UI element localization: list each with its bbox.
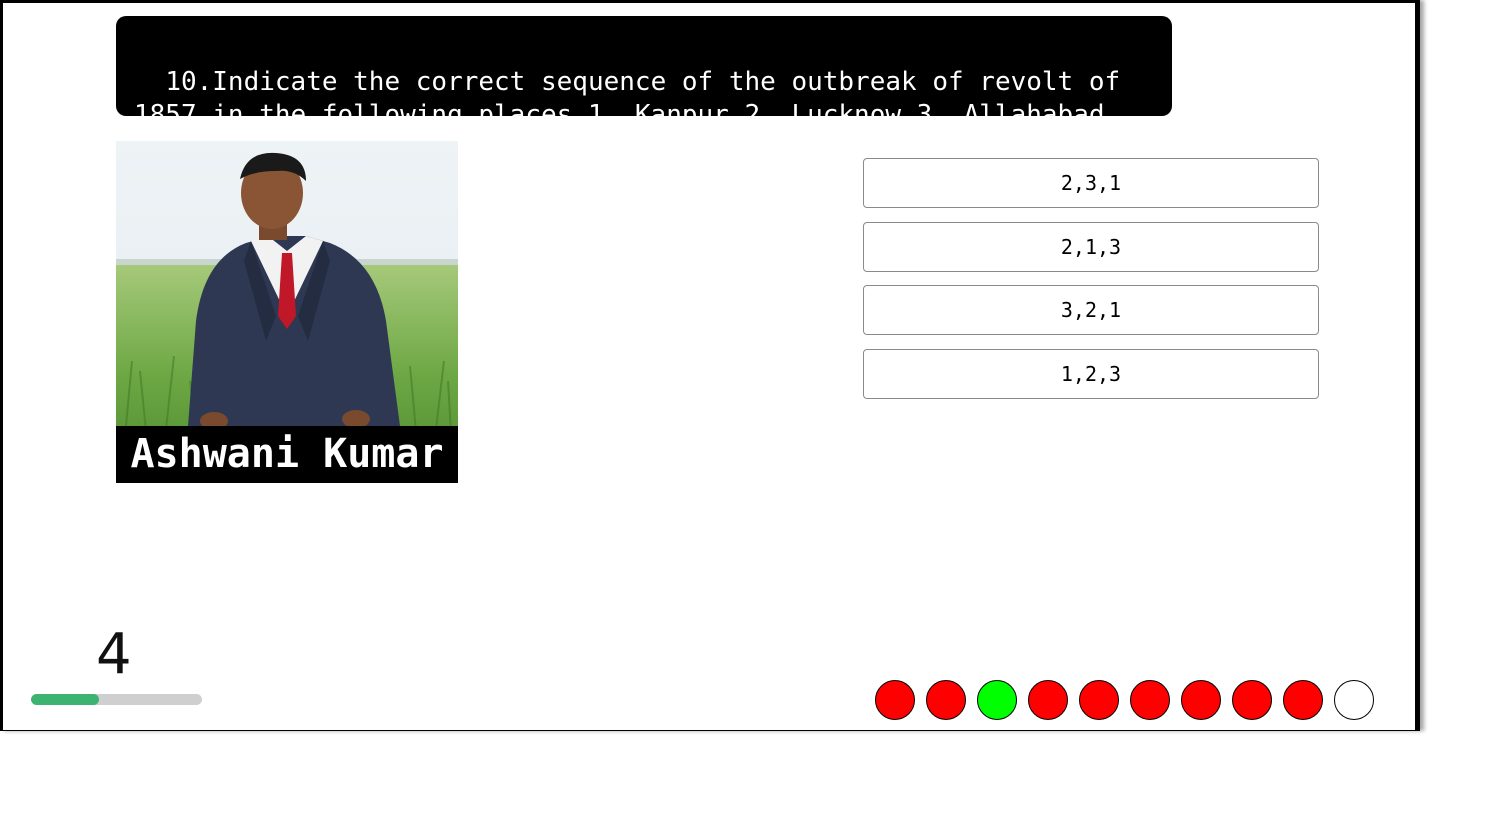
- timer-progress-bar: [31, 694, 202, 705]
- presenter-name: Ashwani Kumar: [116, 426, 458, 483]
- question-status-dot: [1079, 680, 1119, 720]
- presenter-photo: Ashwani Kumar: [116, 141, 458, 483]
- question-status-dot: [977, 680, 1017, 720]
- timer-value: 4: [96, 622, 132, 687]
- option-b-button[interactable]: 2,1,3: [863, 222, 1319, 272]
- timer-progress-fill: [31, 694, 100, 705]
- question-status-dot: [1334, 680, 1374, 720]
- question-text: 10.Indicate the correct sequence of the …: [134, 67, 1121, 130]
- question-status-dot: [1028, 680, 1068, 720]
- question-status-dot: [875, 680, 915, 720]
- question-status-dot: [926, 680, 966, 720]
- option-d-button[interactable]: 1,2,3: [863, 349, 1319, 399]
- question-status-dots: [875, 680, 1374, 722]
- question-status-dot: [1181, 680, 1221, 720]
- question-status-dot: [1130, 680, 1170, 720]
- option-c-button[interactable]: 3,2,1: [863, 285, 1319, 335]
- question-status-dot: [1283, 680, 1323, 720]
- option-a-button[interactable]: 2,3,1: [863, 158, 1319, 208]
- question-status-dot: [1232, 680, 1272, 720]
- question-box: 10.Indicate the correct sequence of the …: [116, 16, 1172, 130]
